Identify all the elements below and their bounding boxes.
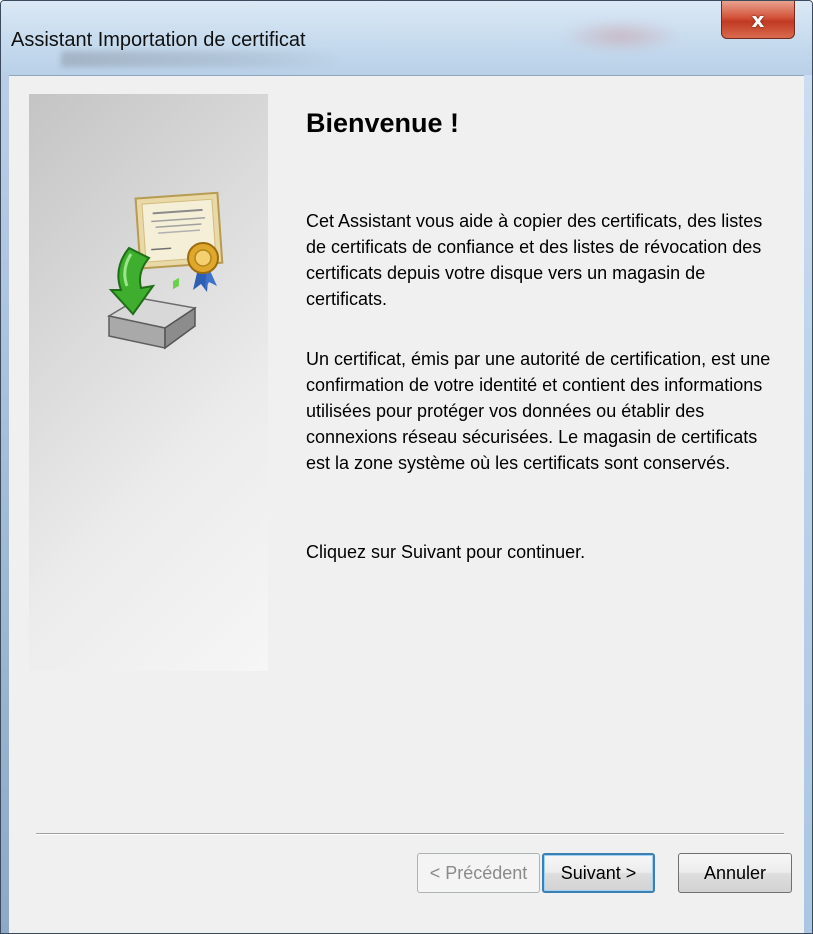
close-icon: x [751, 7, 765, 32]
certificate-import-icon [106, 191, 224, 350]
previous-button[interactable]: < Précédent [417, 853, 540, 893]
continue-instruction: Cliquez sur Suivant pour continuer. [306, 542, 586, 562]
certificate-description-paragraph: Un certificat, émis par une autorité de … [306, 349, 771, 473]
dialog-window: Assistant Importation de certificat x Bi… [0, 0, 813, 934]
window-title: Assistant Importation de certificat [11, 29, 306, 51]
wizard-side-panel [29, 94, 268, 671]
wizard-heading: Bienvenue ! [306, 108, 460, 138]
dialog-client-area: Bienvenue ! Cet Assistant vous aide à co… [9, 75, 804, 933]
separator [36, 833, 784, 835]
background-window-blur [61, 51, 341, 67]
close-button[interactable]: x [721, 1, 795, 39]
next-button[interactable]: Suivant > [542, 853, 655, 893]
background-window-blur [561, 19, 681, 53]
cancel-button[interactable]: Annuler [678, 853, 792, 893]
title-bar[interactable]: Assistant Importation de certificat x [1, 1, 812, 75]
intro-paragraph: Cet Assistant vous aide à copier des cer… [306, 211, 763, 309]
